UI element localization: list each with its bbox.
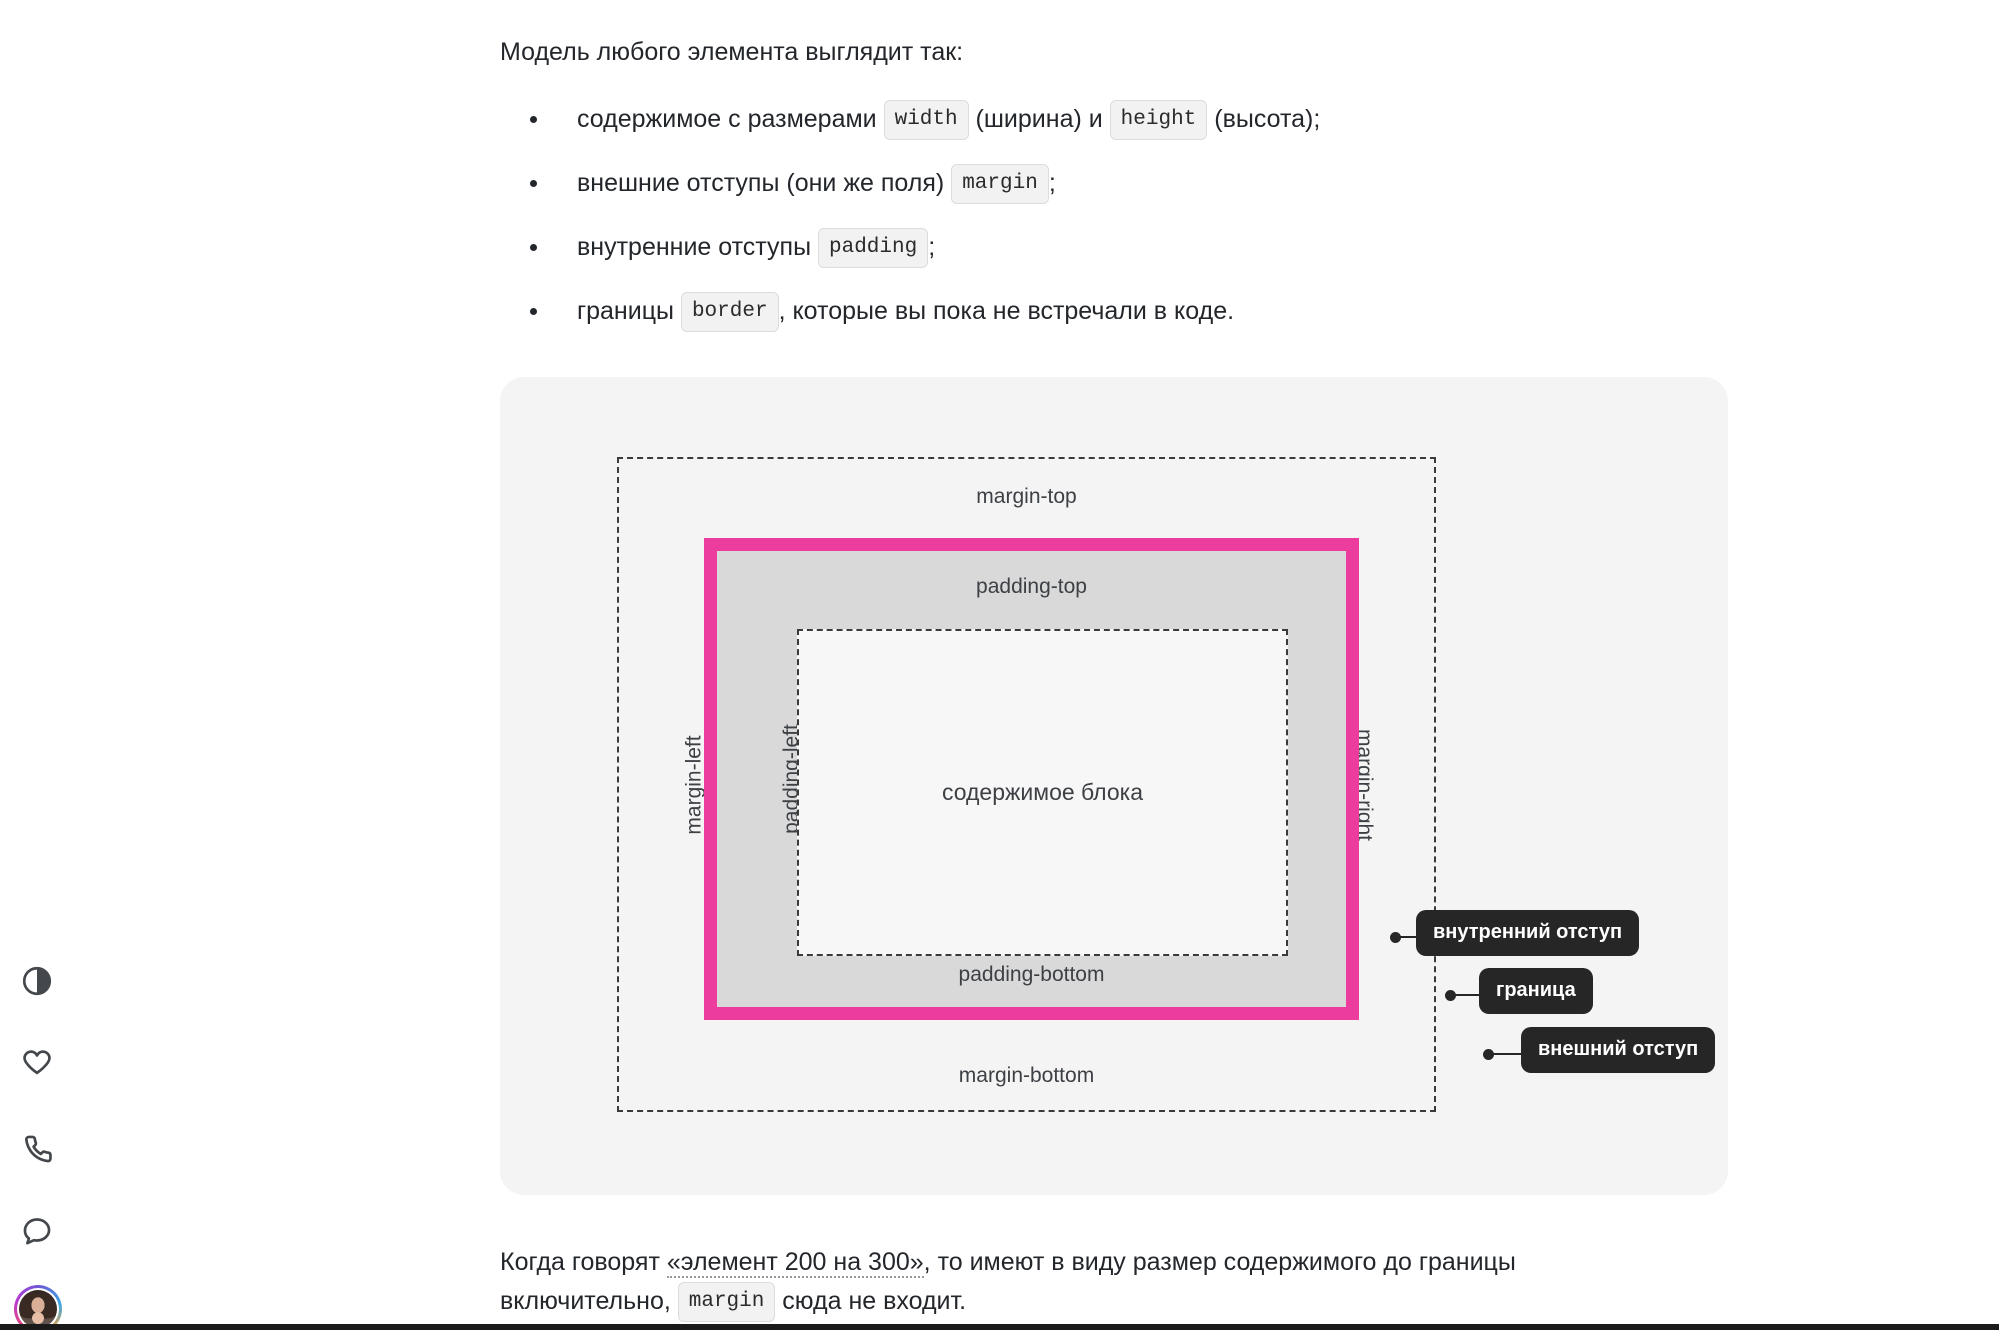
bullet-item-1: внешние отступы (они же поля) margin; <box>500 164 1680 205</box>
code-margin: margin <box>951 164 1049 205</box>
outro-emphasis: «элемент 200 на 300» <box>666 1248 924 1279</box>
box-model-figure: margin-top margin-bottom margin-left mar… <box>500 377 1728 1196</box>
outro-before: Когда говорят <box>500 1248 667 1277</box>
label-margin-left: margin-left <box>682 735 706 835</box>
avatar-photo <box>19 1290 57 1328</box>
lead-paragraph: Модель любого элемента выглядит так: <box>500 38 964 66</box>
bullet-text-0-0: содержимое с размерами <box>577 105 884 134</box>
border-box: padding-top padding-bottom padding-left … <box>704 538 1359 1021</box>
tooltip-border: граница <box>1479 968 1593 1015</box>
left-action-rail <box>0 0 72 1330</box>
tooltip-margin: внешний отступ <box>1521 1027 1716 1074</box>
bullet-text-3-2: , которые вы пока не встречали в коде. <box>778 297 1235 326</box>
page-root: Модель любого элемента выглядит так: сод… <box>0 0 1999 1330</box>
bullet-text-0-2: (ширина) и <box>968 105 1110 134</box>
outro-after: сюда не входит. <box>775 1287 967 1315</box>
label-margin-top: margin-top <box>976 485 1077 509</box>
margin-box: margin-top margin-bottom margin-left mar… <box>617 457 1436 1113</box>
bullet-text-1-0: внешние отступы (они же поля) <box>577 169 952 198</box>
phone-icon[interactable] <box>16 1127 58 1169</box>
label-margin-bottom: margin-bottom <box>958 1064 1095 1088</box>
code-width: width <box>883 100 969 141</box>
code-margin-outro: margin <box>677 1282 776 1322</box>
article-content: Модель любого элемента выглядит так: сод… <box>500 0 1728 1322</box>
code-padding: padding <box>817 228 929 269</box>
chat-bubble-icon[interactable] <box>16 1210 58 1252</box>
box-model-bullet-list: содержимое с размерами width (ширина) и … <box>500 100 1680 333</box>
code-height: height <box>1109 100 1208 141</box>
tooltip-padding: внутренний отступ <box>1416 910 1640 957</box>
code-border: border <box>680 292 779 333</box>
content-box: содержимое блока <box>797 629 1288 957</box>
bullet-text-1-2: ; <box>1048 169 1056 198</box>
bullet-item-0: содержимое с размерами width (ширина) и … <box>500 100 1680 141</box>
bottom-bar <box>0 1324 1999 1330</box>
label-padding-bottom: padding-bottom <box>958 963 1105 987</box>
bullet-text-2-2: ; <box>928 233 936 262</box>
bullet-text-0-4: (высота); <box>1207 105 1321 134</box>
heart-icon[interactable] <box>16 1042 58 1084</box>
content-box-label: содержимое блока <box>941 779 1144 806</box>
label-padding-top: padding-top <box>976 575 1087 599</box>
bullet-text-2-0: внутренние отступы <box>577 233 818 262</box>
bullet-item-3: границы border, которые вы пока не встре… <box>500 292 1680 333</box>
contrast-icon[interactable] <box>16 960 58 1002</box>
bullet-text-3-0: границы <box>577 297 681 326</box>
outro-paragraph: Когда говорят «элемент 200 на 300», то и… <box>500 1243 1680 1322</box>
bullet-item-2: внутренние отступы padding; <box>500 228 1680 269</box>
